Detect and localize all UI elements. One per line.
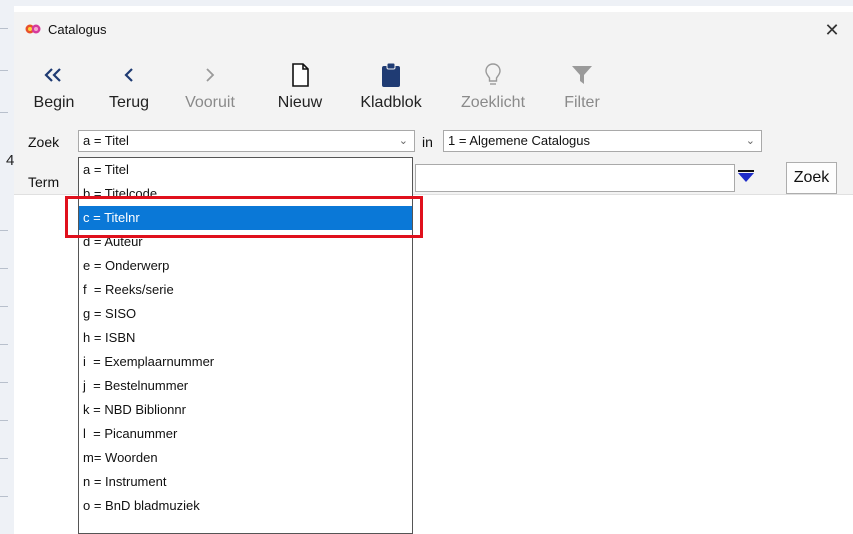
- tick-mark: [0, 344, 8, 345]
- tick-mark: [0, 28, 8, 29]
- toolbar-kladblok-button[interactable]: Kladblok: [348, 48, 434, 124]
- dropdown-option[interactable]: g = SISO: [79, 302, 412, 326]
- close-button[interactable]: ✕: [811, 12, 853, 48]
- toolbar-terug-label: Terug: [108, 94, 150, 111]
- history-dropdown-icon[interactable]: [738, 173, 754, 182]
- toolbar-filter-label: Filter: [564, 94, 600, 111]
- toolbar-zoeklicht-button[interactable]: Zoeklicht: [450, 48, 536, 124]
- chevron-down-icon: ⌄: [745, 135, 755, 147]
- toolbar-begin-button[interactable]: Begin: [24, 48, 84, 124]
- dropdown-option[interactable]: h = ISBN: [79, 326, 412, 350]
- filter-icon: [572, 66, 592, 84]
- history-dropdown-bar: [738, 170, 754, 172]
- dropdown-option[interactable]: a = Titel: [79, 158, 412, 182]
- close-icon: ✕: [824, 19, 840, 40]
- dropdown-option[interactable]: k = NBD Biblionnr: [79, 398, 412, 422]
- tick-mark: [0, 382, 8, 383]
- chevron-down-icon: ⌄: [398, 135, 408, 147]
- zoek-field-value: a = Titel: [83, 133, 129, 148]
- catalog-value: 1 = Algemene Catalogus: [448, 133, 591, 148]
- toolbar-nieuw-button[interactable]: Nieuw: [268, 48, 332, 124]
- dropdown-option[interactable]: j = Bestelnummer: [79, 374, 412, 398]
- background-left-strip: 4: [0, 0, 14, 534]
- dropdown-option[interactable]: l = Picanummer: [79, 422, 412, 446]
- tick-mark: [0, 112, 8, 113]
- tick-mark: [0, 458, 8, 459]
- in-label: in: [422, 134, 433, 150]
- dropdown-option[interactable]: f = Reeks/serie: [79, 278, 412, 302]
- toolbar-zoeklicht-label: Zoeklicht: [460, 94, 526, 111]
- new-document-icon: [292, 63, 309, 87]
- toolbar: Begin Terug Vooruit Nieuw Kladblok Zoekl…: [14, 48, 853, 124]
- zoek-field-select[interactable]: a = Titel ⌄: [78, 130, 415, 152]
- zoek-label: Zoek: [28, 134, 60, 150]
- term-label: Term: [28, 174, 60, 190]
- red-highlight-annotation: [65, 196, 423, 238]
- toolbar-terug-button[interactable]: Terug: [98, 48, 160, 124]
- tick-mark: [0, 496, 8, 497]
- term-input[interactable]: [415, 164, 735, 192]
- app-logo-icon: [25, 24, 41, 34]
- tick-mark: [0, 420, 8, 421]
- dropdown-option[interactable]: o = BnD bladmuziek: [79, 494, 412, 518]
- toolbar-filter-button[interactable]: Filter: [550, 48, 614, 124]
- toolbar-vooruit-label: Vooruit: [185, 94, 235, 111]
- lightbulb-icon: [485, 63, 501, 85]
- toolbar-begin-label: Begin: [33, 94, 75, 111]
- chevron-left-icon: [124, 68, 133, 82]
- background-top-strip: [0, 0, 853, 6]
- dropdown-option[interactable]: n = Instrument: [79, 470, 412, 494]
- tick-mark: [0, 268, 8, 269]
- tick-mark: [0, 70, 8, 71]
- clipboard-icon: [382, 62, 400, 87]
- double-chevron-left-icon: [44, 68, 61, 82]
- toolbar-nieuw-label: Nieuw: [277, 94, 323, 111]
- tick-mark: [0, 306, 8, 307]
- window-title: Catalogus: [48, 22, 107, 37]
- catalogus-window: Catalogus ✕ Begin Terug Vooruit Nieuw Kl…: [14, 12, 853, 534]
- title-bar: Catalogus ✕: [14, 12, 853, 48]
- dropdown-option[interactable]: i = Exemplaarnummer: [79, 350, 412, 374]
- dropdown-option[interactable]: e = Onderwerp: [79, 254, 412, 278]
- catalog-select[interactable]: 1 = Algemene Catalogus ⌄: [443, 130, 762, 152]
- dropdown-option[interactable]: m= Woorden: [79, 446, 412, 470]
- toolbar-kladblok-label: Kladblok: [360, 94, 422, 111]
- zoek-button[interactable]: Zoek: [786, 162, 837, 194]
- chevron-right-icon: [206, 68, 215, 82]
- toolbar-vooruit-button[interactable]: Vooruit: [170, 48, 250, 124]
- tick-mark: [0, 230, 8, 231]
